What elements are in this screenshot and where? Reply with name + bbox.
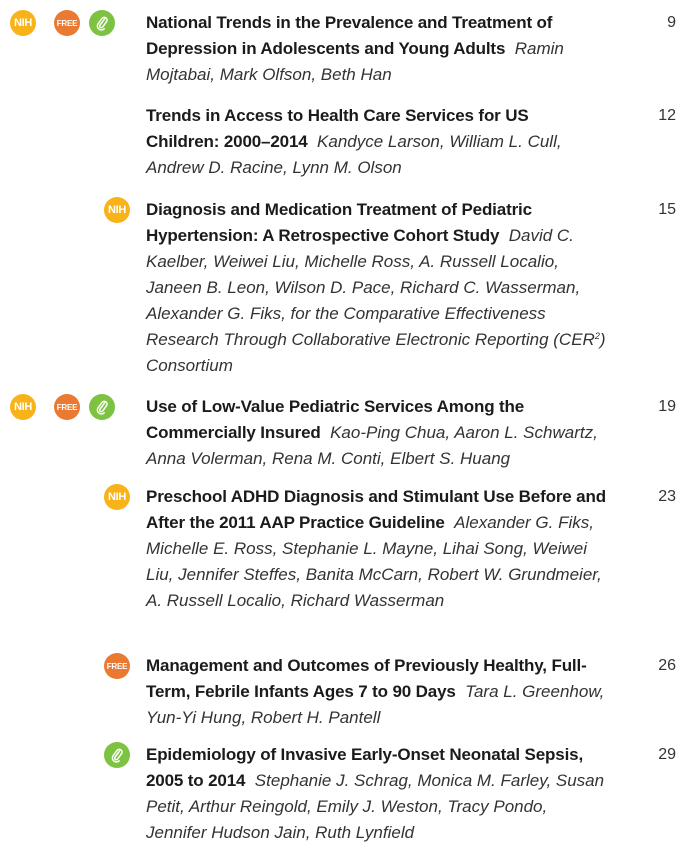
entry-text: Trends in Access to Health Care Services…: [146, 103, 606, 181]
page-number: 12: [658, 107, 676, 124]
paperclip-icon: [89, 10, 115, 36]
free-badge-icon: FREE: [54, 10, 80, 36]
page-number: 9: [667, 14, 676, 31]
nih-badge-icon: NIH: [104, 484, 130, 510]
entry-text: Preschool ADHD Diagnosis and Stimulant U…: [146, 484, 606, 614]
article-title[interactable]: Diagnosis and Medication Treatment of Pe…: [146, 200, 532, 245]
paperclip-icon: [89, 394, 115, 420]
entry-text: National Trends in the Prevalence and Tr…: [146, 10, 606, 88]
page-number: 23: [658, 488, 676, 505]
entry-text: Management and Outcomes of Previously He…: [146, 653, 606, 731]
free-badge-icon: FREE: [54, 394, 80, 420]
entry-text: Use of Low-Value Pediatric Services Amon…: [146, 394, 606, 472]
paperclip-icon: [104, 742, 130, 768]
nih-badge-icon: NIH: [10, 394, 36, 420]
page-number: 26: [658, 657, 676, 674]
entry-text: Diagnosis and Medication Treatment of Pe…: [146, 197, 606, 379]
page-number: 15: [658, 201, 676, 218]
nih-badge-icon: NIH: [10, 10, 36, 36]
nih-badge-icon: NIH: [104, 197, 130, 223]
entry-text: Epidemiology of Invasive Early-Onset Neo…: [146, 742, 606, 846]
free-badge-icon: FREE: [104, 653, 130, 679]
page-number: 29: [658, 746, 676, 763]
article-title[interactable]: National Trends in the Prevalence and Tr…: [146, 13, 552, 58]
article-authors: David C. Kaelber, Weiwei Liu, Michelle R…: [146, 226, 606, 375]
page-number: 19: [658, 398, 676, 415]
